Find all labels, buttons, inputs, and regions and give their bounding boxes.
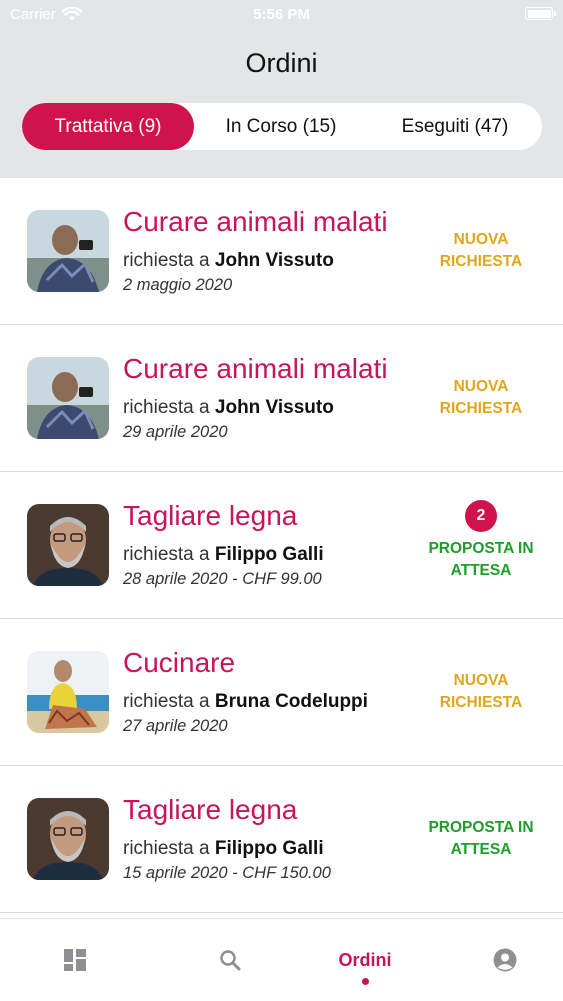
avatar [27,651,109,733]
order-recipient: richiesta a Filippo Galli [123,838,324,860]
order-row[interactable]: Tagliare legna richiesta a Filippo Galli… [0,766,563,913]
battery-icon [525,7,556,20]
active-tab-indicator [362,978,369,985]
recipient-prefix: richiesta a [123,838,210,859]
bottom-tab-bar: Ordini [0,918,563,1001]
recipient-prefix: richiesta a [123,544,210,565]
tab-trattativa[interactable]: Trattativa (9) [22,103,194,150]
tab-dashboard[interactable] [25,919,125,1001]
status-line-2: ATTESA [450,841,512,858]
search-icon [220,950,241,971]
status-line-2: ATTESA [450,562,512,579]
header: Carrier 5:56 PM Ordini Trattativa (9) In… [0,0,563,178]
order-row[interactable]: Curare animali malati richiesta a John V… [0,325,563,472]
avatar [27,798,109,880]
order-title: Curare animali malati [123,206,388,237]
order-date: 27 aprile 2020 [123,717,228,735]
order-recipient: richiesta a John Vissuto [123,250,334,272]
status-label: PROPOSTA IN ATTESA [410,538,552,582]
tab-orders-label: Ordini [338,949,392,970]
order-title: Tagliare legna [123,500,298,531]
notification-badge: 2 [465,500,497,532]
order-title: Cucinare [123,647,236,678]
tab-search[interactable] [180,919,280,1001]
recipient-prefix: richiesta a [123,691,210,712]
profile-icon [493,948,517,972]
status-line-1: PROPOSTA IN [428,819,534,836]
order-date: 2 maggio 2020 [123,276,233,294]
avatar [27,357,109,439]
status-line-2: RICHIESTA [439,694,523,711]
order-row[interactable]: Cucinare richiesta a Bruna Codeluppi 27 … [0,619,563,766]
orders-list: Curare animali malati richiesta a John V… [0,178,563,913]
order-date: 29 aprile 2020 [123,423,228,441]
order-title: Tagliare legna [123,794,298,825]
recipient-prefix: richiesta a [123,397,210,418]
order-title: Curare animali malati [123,353,388,384]
clock: 5:56 PM [253,6,310,23]
order-row[interactable]: Tagliare legna richiesta a Filippo Galli… [0,472,563,619]
page-title: Ordini [245,48,318,78]
order-row[interactable]: Curare animali malati richiesta a John V… [0,178,563,325]
order-date: 28 aprile 2020 - CHF 99.00 [123,570,322,588]
recipient-name: Bruna Codeluppi [214,691,368,712]
status-line-2: RICHIESTA [439,400,523,417]
status-label: NUOVA RICHIESTA [410,229,552,273]
tab-profile[interactable] [455,919,555,1001]
order-recipient: richiesta a Filippo Galli [123,544,324,566]
recipient-prefix: richiesta a [123,250,210,271]
tab-orders[interactable]: Ordini [315,919,415,1001]
order-recipient: richiesta a Bruna Codeluppi [123,691,368,713]
recipient-name: John Vissuto [214,250,334,271]
recipient-name: Filippo Galli [214,544,324,565]
order-date: 15 aprile 2020 - CHF 150.00 [123,864,331,882]
status-line-1: PROPOSTA IN [428,540,534,557]
status-line-1: NUOVA [453,378,509,395]
status-bar: Carrier 5:56 PM [0,0,563,30]
status-label: PROPOSTA IN ATTESA [410,817,552,861]
status-line-1: NUOVA [453,231,509,248]
status-label: NUOVA RICHIESTA [410,670,552,714]
tab-in-corso[interactable]: In Corso (15) [194,103,368,150]
dashboard-icon [64,949,86,971]
avatar [27,210,109,292]
recipient-name: John Vissuto [214,397,334,418]
order-status-tabs: Trattativa (9) In Corso (15) Eseguiti (4… [22,103,542,150]
recipient-name: Filippo Galli [214,838,324,859]
status-line-1: NUOVA [453,672,509,689]
status-line-2: RICHIESTA [439,253,523,270]
order-recipient: richiesta a John Vissuto [123,397,334,419]
tab-eseguiti[interactable]: Eseguiti (47) [368,103,542,150]
status-label: NUOVA RICHIESTA [410,376,552,420]
avatar [27,504,109,586]
